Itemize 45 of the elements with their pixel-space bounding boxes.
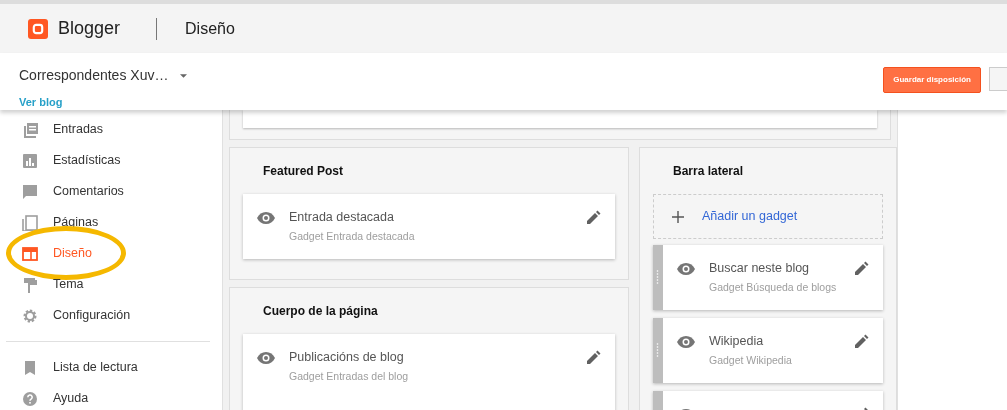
nav-item[interactable]: Páginas xyxy=(0,207,222,238)
brand-name: Blogger xyxy=(58,17,121,40)
settings-icon xyxy=(22,307,38,324)
nav-item[interactable]: Tema xyxy=(0,269,222,300)
edit-icon[interactable] xyxy=(587,349,601,364)
section-title: Barra lateral xyxy=(673,163,745,180)
blogger-logo-icon xyxy=(28,18,48,39)
gadget-title: Wikipedia xyxy=(709,332,765,350)
nav-item[interactable]: Ayuda xyxy=(0,383,222,410)
nav-item[interactable]: Entradas xyxy=(0,114,222,145)
gadget-subtitle: Gadget Entrada destacada xyxy=(289,228,416,244)
page-title: Diseño xyxy=(185,18,235,39)
bar-chart-icon xyxy=(22,152,38,169)
section-title: Cuerpo de la página xyxy=(263,302,379,320)
documents-icon xyxy=(22,121,38,138)
edit-icon[interactable] xyxy=(855,333,869,348)
comment-icon xyxy=(22,183,38,200)
gadget-subtitle: Gadget Búsqueda de blogs xyxy=(709,279,838,295)
plus-icon xyxy=(672,210,684,223)
edit-icon[interactable] xyxy=(587,210,601,224)
gadget-title: Entrada destacada xyxy=(289,209,395,226)
gadget-title: Buscar neste blog xyxy=(709,260,811,277)
paint-roller-icon xyxy=(22,276,38,293)
help-icon xyxy=(22,390,38,407)
drag-handle-icon[interactable] xyxy=(656,343,659,358)
eye-icon[interactable] xyxy=(257,212,275,224)
nav-item[interactable]: Lista de lectura xyxy=(0,352,222,383)
bookmark-icon xyxy=(22,359,38,376)
layout-icon xyxy=(22,245,38,262)
nav-item[interactable]: Estadísticas xyxy=(0,145,222,176)
add-gadget-link[interactable]: Añadir un gadget xyxy=(653,194,883,239)
nav-item[interactable]: Comentarios xyxy=(0,176,222,207)
page-icon xyxy=(22,214,38,231)
eye-icon[interactable] xyxy=(677,263,695,275)
gadget-subtitle: Gadget Wikipedia xyxy=(709,352,793,368)
drag-handle-icon[interactable] xyxy=(656,270,659,285)
gadget-title: Publicacións de blog xyxy=(289,348,405,366)
nav-item[interactable]: Configuración xyxy=(0,300,222,331)
blog-selector[interactable]: Correspondentes Xuv… xyxy=(19,65,169,86)
eye-icon[interactable] xyxy=(677,335,695,348)
eye-icon[interactable] xyxy=(257,351,275,364)
section-title: Featured Post xyxy=(263,163,344,180)
gadget-subtitle: Gadget Entradas del blog xyxy=(289,368,410,384)
caret-icon[interactable] xyxy=(180,73,188,78)
edit-icon[interactable] xyxy=(855,261,869,275)
